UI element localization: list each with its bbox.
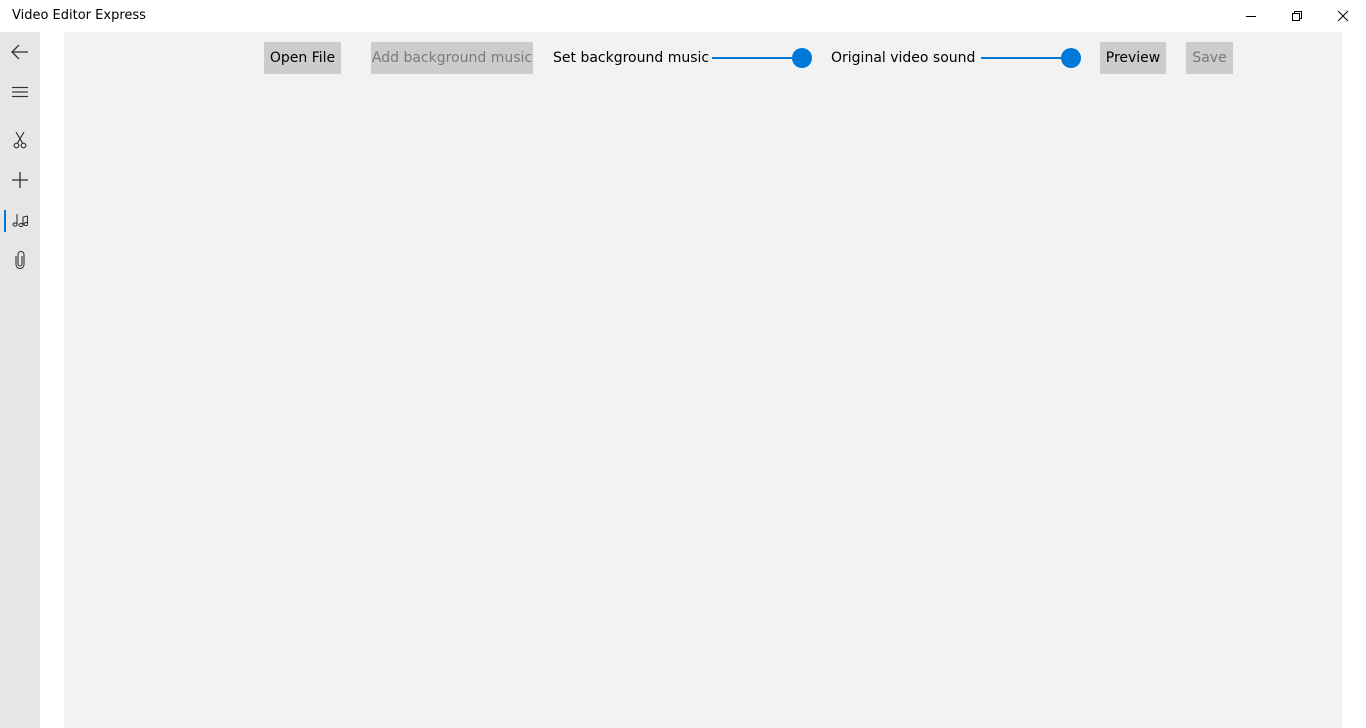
background-music-slider[interactable] — [710, 47, 812, 69]
restore-button[interactable] — [1274, 0, 1320, 32]
paperclip-icon — [15, 251, 25, 269]
original-sound-label: Original video sound — [831, 50, 976, 66]
back-arrow-icon — [11, 44, 28, 60]
open-file-button[interactable]: Open File — [264, 42, 341, 74]
sidebar-item-attach[interactable] — [0, 240, 40, 280]
hamburger-menu-button[interactable] — [0, 72, 40, 112]
original-sound-slider-track — [981, 57, 1073, 59]
sidebar-item-music[interactable] — [0, 200, 40, 240]
sidebar-item-trim[interactable] — [0, 120, 40, 160]
back-button[interactable] — [0, 32, 40, 72]
original-sound-slider-thumb[interactable] — [1061, 48, 1081, 68]
sidebar — [0, 32, 40, 728]
music-notes-icon — [12, 214, 28, 228]
minimize-icon — [1246, 16, 1256, 17]
close-icon — [1337, 10, 1349, 22]
add-background-music-button[interactable]: Add background music — [371, 42, 533, 74]
minimize-button[interactable] — [1228, 0, 1274, 32]
scissors-icon — [13, 131, 27, 149]
background-music-slider-thumb[interactable] — [792, 48, 812, 68]
restore-icon — [1292, 11, 1302, 21]
app-title: Video Editor Express — [12, 8, 146, 23]
save-button[interactable]: Save — [1186, 42, 1233, 74]
sidebar-item-merge[interactable] — [0, 160, 40, 200]
background-music-slider-track — [712, 57, 804, 59]
editor-content-area: Open File Add background music Set backg… — [64, 32, 1342, 728]
preview-button[interactable]: Preview — [1100, 42, 1166, 74]
original-sound-slider[interactable] — [979, 47, 1081, 69]
title-bar: Video Editor Express — [0, 0, 1366, 32]
background-music-label: Set background music — [553, 50, 710, 66]
plus-icon — [12, 172, 28, 188]
close-button[interactable] — [1320, 0, 1366, 32]
hamburger-menu-icon — [12, 86, 28, 98]
